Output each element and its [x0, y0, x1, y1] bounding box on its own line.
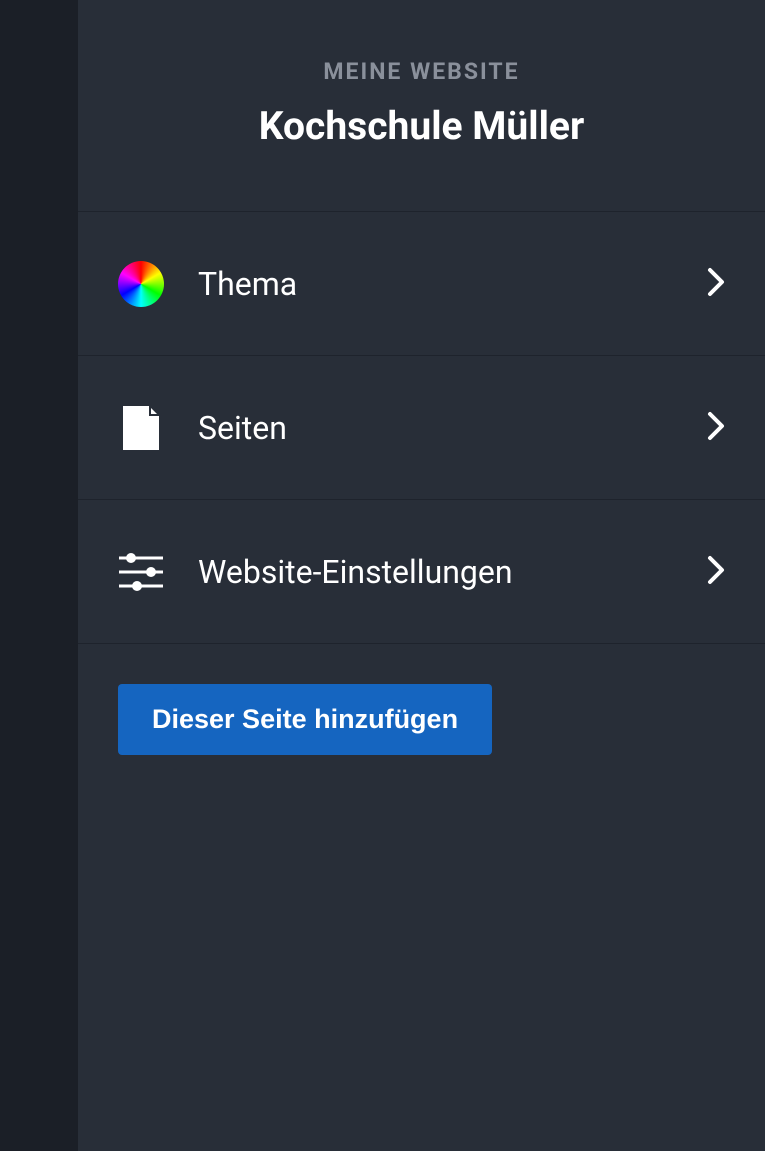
menu-item-label: Thema	[198, 265, 707, 303]
chevron-right-icon	[707, 555, 725, 589]
add-to-page-button[interactable]: Dieser Seite hinzufügen	[118, 684, 492, 755]
menu-item-label: Seiten	[198, 409, 707, 447]
action-row: Dieser Seite hinzufügen	[78, 644, 765, 795]
menu-item-theme[interactable]: Thema	[78, 212, 765, 356]
header-eyebrow: MEINE WEBSITE	[98, 58, 745, 85]
sidebar-panel: MEINE WEBSITE Kochschule Müller Thema	[78, 0, 765, 1151]
page-icon	[118, 405, 164, 451]
left-gutter	[0, 0, 78, 1151]
chevron-right-icon	[707, 267, 725, 301]
sliders-icon	[118, 549, 164, 595]
menu-item-pages[interactable]: Seiten	[78, 356, 765, 500]
app-frame: MEINE WEBSITE Kochschule Müller Thema	[0, 0, 765, 1151]
menu-item-label: Website-Einstellungen	[198, 553, 707, 591]
panel-header: MEINE WEBSITE Kochschule Müller	[78, 0, 765, 212]
color-wheel-icon	[118, 261, 164, 307]
header-title: Kochschule Müller	[98, 103, 745, 149]
menu-item-settings[interactable]: Website-Einstellungen	[78, 500, 765, 644]
chevron-right-icon	[707, 411, 725, 445]
